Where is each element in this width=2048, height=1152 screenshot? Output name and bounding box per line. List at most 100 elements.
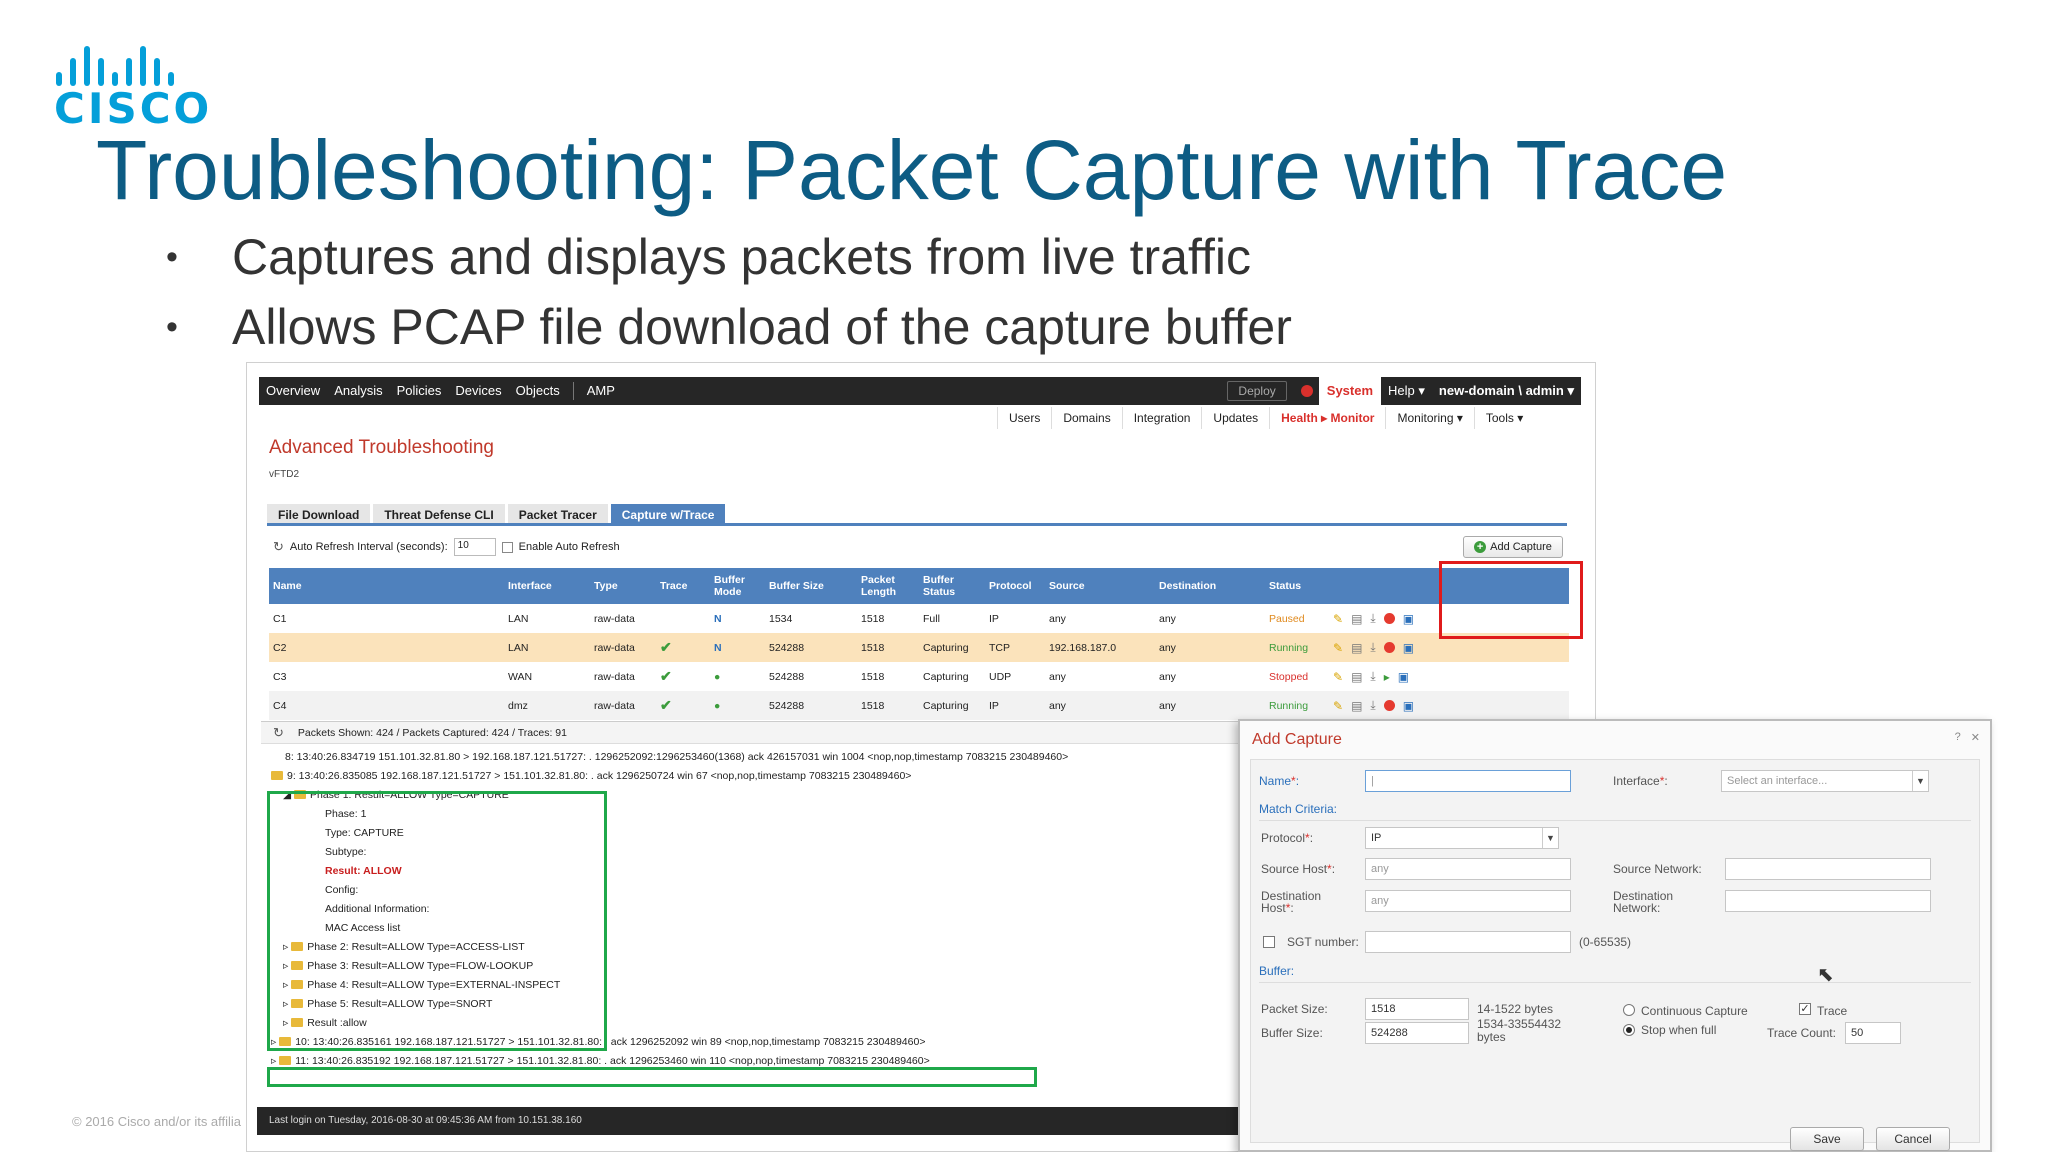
sub-nav: Users Domains Integration Updates Health… <box>997 407 1534 429</box>
table-row[interactable]: C2 LAN raw-data ✔ N 524288 1518 Capturin… <box>269 633 1569 662</box>
nav-devices[interactable]: Devices <box>448 377 508 405</box>
name-input[interactable]: | <box>1365 770 1571 792</box>
table-row[interactable]: C3 WAN raw-data ✔ ● 524288 1518 Capturin… <box>269 662 1569 691</box>
slide-title: Troubleshooting: Packet Capture with Tra… <box>96 123 1728 217</box>
trace-label: Trace <box>1817 1004 1848 1018</box>
buffer-size-input[interactable]: 524288 <box>1365 1022 1469 1044</box>
col-trace[interactable]: Trace <box>656 568 710 604</box>
status-text: Paused <box>1269 612 1305 625</box>
bullet-item: • Allows PCAP file download of the captur… <box>166 299 1292 355</box>
enable-auto-refresh-checkbox[interactable] <box>501 541 513 553</box>
table-row[interactable]: C4 dmz raw-data ✔ ● 524288 1518 Capturin… <box>269 691 1569 720</box>
nav-policies[interactable]: Policies <box>390 377 449 405</box>
save-icon[interactable]: ▣ <box>1403 641 1414 655</box>
subnav-monitoring[interactable]: Monitoring ▾ <box>1385 407 1473 429</box>
user-menu[interactable]: new-domain \ admin ▾ <box>1432 377 1581 405</box>
clear-icon[interactable]: ▤ <box>1351 641 1362 655</box>
col-protocol[interactable]: Protocol <box>985 568 1045 604</box>
refresh-icon[interactable]: ↻ <box>273 725 284 741</box>
edit-icon[interactable]: ✎ <box>1333 699 1343 713</box>
col-type[interactable]: Type <box>590 568 656 604</box>
download-icon[interactable]: ⤓ <box>1370 698 1375 713</box>
interface-select[interactable]: Select an interface... ▼ <box>1721 770 1929 792</box>
tab-threat-defense-cli[interactable]: Threat Defense CLI <box>373 504 505 523</box>
col-interface[interactable]: Interface <box>504 568 590 604</box>
col-destination[interactable]: Destination <box>1155 568 1265 604</box>
subnav-tools[interactable]: Tools ▾ <box>1473 407 1534 429</box>
nav-amp[interactable]: AMP <box>580 377 622 405</box>
packet-size-input[interactable]: 1518 <box>1365 998 1469 1020</box>
page-heading: Advanced Troubleshooting <box>269 437 494 458</box>
edit-icon[interactable]: ✎ <box>1333 641 1343 655</box>
tab-file-download[interactable]: File Download <box>267 504 371 523</box>
record-icon[interactable] <box>1383 700 1395 711</box>
packet-line[interactable]: 8: 13:40:26.834719 151.101.32.81.80 > 19… <box>285 748 1068 767</box>
subnav-updates[interactable]: Updates <box>1201 407 1269 429</box>
dialog-title: Add Capture <box>1252 731 1342 748</box>
col-buffer-mode[interactable]: Buffer Mode <box>710 568 765 604</box>
col-source[interactable]: Source <box>1045 568 1155 604</box>
top-nav: Overview Analysis Policies Devices Objec… <box>259 377 1581 405</box>
trace-checkbox[interactable]: ✓ <box>1799 1003 1811 1015</box>
refresh-icon[interactable]: ↻ <box>273 539 284 555</box>
col-status[interactable]: Status <box>1265 568 1329 604</box>
clear-icon[interactable]: ▤ <box>1351 670 1362 684</box>
nav-analysis[interactable]: Analysis <box>327 377 389 405</box>
edit-icon[interactable]: ✎ <box>1333 612 1343 626</box>
subnav-health-monitor[interactable]: Health ▸ Monitor <box>1269 407 1385 429</box>
clear-icon[interactable]: ▤ <box>1351 699 1362 713</box>
deploy-button[interactable]: Deploy <box>1227 381 1287 401</box>
auto-refresh-input[interactable]: 10 <box>453 538 496 556</box>
alert-icon[interactable] <box>1300 385 1313 397</box>
col-buffer-size[interactable]: Buffer Size <box>765 568 857 604</box>
tab-capture-trace[interactable]: Capture w/Trace <box>610 504 726 523</box>
download-icon[interactable]: ⤓ <box>1370 640 1375 655</box>
source-network-input[interactable] <box>1725 858 1931 880</box>
cancel-button[interactable]: Cancel <box>1876 1127 1950 1151</box>
protocol-select[interactable]: IP ▼ <box>1365 827 1559 849</box>
record-icon[interactable] <box>1383 642 1395 653</box>
subnav-integration[interactable]: Integration <box>1121 407 1202 429</box>
stop-when-full-radio[interactable] <box>1623 1024 1635 1036</box>
sgt-checkbox[interactable] <box>1263 936 1275 948</box>
status-text: Stopped <box>1269 670 1309 683</box>
download-icon[interactable]: ⤓ <box>1370 611 1375 626</box>
save-icon[interactable]: ▣ <box>1403 699 1414 713</box>
nav-objects[interactable]: Objects <box>509 377 567 405</box>
nav-help[interactable]: Help ▾ <box>1381 377 1432 405</box>
record-icon[interactable] <box>1383 613 1395 624</box>
nav-separator <box>572 382 574 400</box>
play-icon[interactable]: ▸ <box>1384 670 1390 684</box>
clear-icon[interactable]: ▤ <box>1351 612 1362 626</box>
save-icon[interactable]: ▣ <box>1403 612 1414 626</box>
continuous-capture-radio[interactable] <box>1623 1004 1635 1016</box>
save-button[interactable]: Save <box>1790 1127 1864 1151</box>
source-host-input[interactable]: any <box>1365 858 1571 880</box>
close-icon[interactable]: ✕ <box>1971 731 1980 744</box>
tab-packet-tracer[interactable]: Packet Tracer <box>507 504 608 523</box>
help-icon[interactable]: ? <box>1955 731 1961 744</box>
col-packet-length[interactable]: Packet Length <box>857 568 919 604</box>
col-buffer-status[interactable]: Buffer Status <box>919 568 985 604</box>
actions-highlight-box <box>1439 561 1583 639</box>
col-name[interactable]: Name <box>269 568 504 604</box>
nav-system[interactable]: System <box>1318 377 1382 405</box>
packet-line[interactable]: 9: 13:40:26.835085 192.168.187.121.51727… <box>271 767 911 786</box>
subnav-users[interactable]: Users <box>997 407 1051 429</box>
bullet-list: • Captures and displays packets from live… <box>166 222 1292 362</box>
save-icon[interactable]: ▣ <box>1398 670 1409 684</box>
sgt-input[interactable] <box>1365 931 1571 953</box>
packet-size-range: 14-1522 bytes <box>1477 1002 1554 1016</box>
protocol-label: Protocol*: <box>1261 831 1314 845</box>
download-icon[interactable]: ⤓ <box>1370 669 1375 684</box>
refresh-toolbar: ↻ Auto Refresh Interval (seconds): 10 En… <box>273 538 620 556</box>
destination-host-input[interactable]: any <box>1365 890 1571 912</box>
add-capture-button[interactable]: + Add Capture <box>1463 536 1563 558</box>
edit-icon[interactable]: ✎ <box>1333 670 1343 684</box>
packets-summary: Packets Shown: 424 / Packets Captured: 4… <box>297 726 567 739</box>
nav-overview[interactable]: Overview <box>259 377 327 405</box>
trace-count-input[interactable]: 50 <box>1845 1022 1901 1044</box>
subnav-domains[interactable]: Domains <box>1051 407 1121 429</box>
destination-network-input[interactable] <box>1725 890 1931 912</box>
table-row[interactable]: C1 LAN raw-data N 1534 1518 Full IP any … <box>269 604 1569 633</box>
